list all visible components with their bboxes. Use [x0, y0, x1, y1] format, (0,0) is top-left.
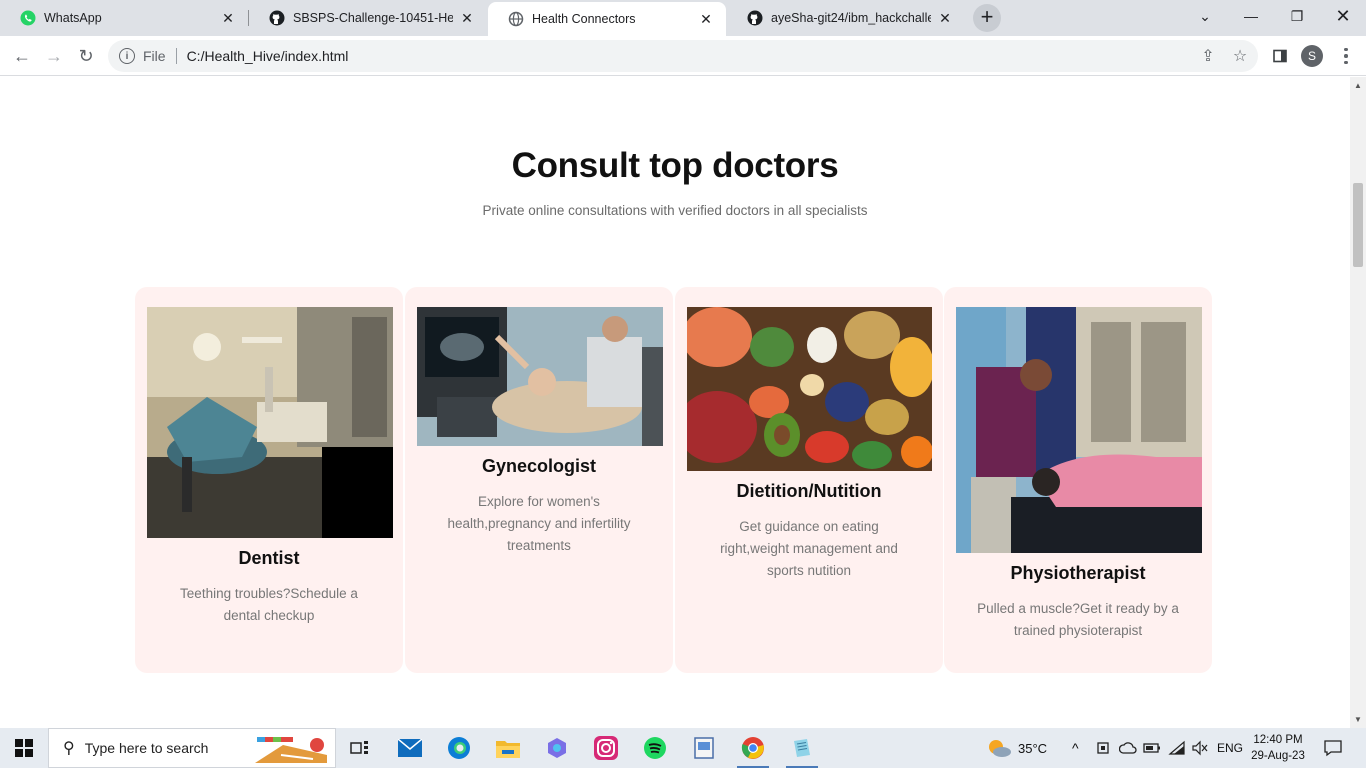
weather-widget[interactable]: 35°C: [986, 728, 1047, 768]
side-panel-icon[interactable]: [1268, 44, 1292, 68]
share-icon[interactable]: ⇪: [1194, 40, 1222, 72]
clock-date: 29-Aug-23: [1251, 750, 1305, 762]
forward-button[interactable]: →: [38, 40, 70, 72]
whatsapp-icon: [20, 10, 36, 26]
search-icon: ⚲: [63, 740, 75, 757]
onedrive-icon[interactable]: [1119, 728, 1137, 768]
copilot-icon[interactable]: [533, 728, 581, 768]
scroll-down-icon[interactable]: ▼: [1354, 715, 1362, 724]
address-scheme: File: [143, 48, 166, 64]
bookmark-star-icon[interactable]: ☆: [1226, 40, 1254, 72]
specialist-card-dietition[interactable]: Dietition/Nutition Get guidance on eatin…: [675, 287, 943, 673]
specialist-card-physiotherapist[interactable]: Physiotherapist Pulled a muscle?Get it r…: [944, 287, 1212, 673]
windows-taskbar: ⚲ Type here to search 35°C ^ ENG 12:40 P…: [0, 728, 1366, 768]
spotify-icon[interactable]: [631, 728, 679, 768]
instagram-icon[interactable]: [582, 728, 630, 768]
tab-title: ayeSha-git24/ibm_hackchallenge: [771, 11, 931, 25]
windows-logo-icon: [15, 739, 33, 757]
site-info-icon[interactable]: i: [119, 48, 135, 64]
card-description: Pulled a muscle?Get it ready by a traine…: [977, 601, 1179, 638]
volume-muted-icon[interactable]: [1191, 728, 1209, 768]
address-url: C:/Health_Hive/index.html: [186, 48, 349, 64]
file-explorer-icon[interactable]: [484, 728, 532, 768]
healthy-food-photo: [687, 307, 932, 471]
taskbar-search[interactable]: ⚲ Type here to search: [48, 728, 336, 768]
weather-temperature: 35°C: [1018, 740, 1048, 756]
close-icon[interactable]: ✕: [459, 10, 475, 27]
address-bar[interactable]: i File C:/Health_Hive/index.html ⇪ ☆: [108, 40, 1258, 72]
tab-title: Health Connectors: [532, 12, 636, 26]
notepad-icon[interactable]: [778, 728, 826, 768]
profile-avatar[interactable]: S: [1301, 45, 1323, 67]
github-icon: [269, 10, 285, 26]
page-scrollbar[interactable]: ▲ ▼: [1350, 77, 1366, 728]
card-title: Physiotherapist: [1010, 563, 1146, 583]
section-heading: Consult top doctors: [511, 146, 839, 185]
section-subheading: Private online consultations with verifi…: [482, 203, 868, 218]
ultrasound-consult-photo: [417, 307, 663, 446]
tab-sbsps-challenge[interactable]: SBSPS-Challenge-10451-HealthC ✕: [249, 0, 487, 36]
dental-clinic-photo: [147, 307, 393, 538]
physiotherapy-photo: [956, 307, 1202, 553]
card-title: Gynecologist: [481, 456, 597, 476]
close-icon[interactable]: ✕: [220, 10, 236, 27]
minimize-button[interactable]: —: [1228, 0, 1274, 32]
chevron-up-icon: ^: [1072, 740, 1079, 756]
tab-title: SBSPS-Challenge-10451-HealthC: [293, 11, 453, 25]
tab-title: WhatsApp: [44, 11, 102, 25]
taskbar-clock[interactable]: 12:40 PM 29-Aug-23: [1246, 732, 1310, 764]
new-tab-button[interactable]: +: [973, 4, 1001, 32]
close-icon[interactable]: ✕: [937, 10, 953, 27]
tab-ibm-hackchallenge[interactable]: ayeSha-git24/ibm_hackchallenge ✕: [727, 0, 965, 36]
tab-strip: WhatsApp ✕ SBSPS-Challenge-10451-HealthC…: [0, 0, 1366, 36]
tab-health-connectors[interactable]: Health Connectors ✕: [488, 2, 726, 36]
specialist-card-gynecologist[interactable]: Gynecologist Explore for women's health,…: [405, 287, 673, 673]
chrome-icon[interactable]: [729, 728, 777, 768]
address-divider: [175, 48, 177, 64]
tab-search-icon[interactable]: ⌄: [1182, 0, 1228, 32]
restore-button[interactable]: ❐: [1274, 0, 1320, 32]
tab-whatsapp[interactable]: WhatsApp ✕: [0, 0, 248, 36]
close-icon[interactable]: ✕: [698, 11, 714, 28]
github-icon: [747, 10, 763, 26]
reload-button[interactable]: ↻: [70, 40, 102, 72]
search-placeholder: Type here to search: [84, 740, 209, 756]
browser-toolbar: ← → ↻ i File C:/Health_Hive/index.html ⇪…: [0, 36, 1366, 76]
search-highlight-icon: [253, 733, 329, 768]
show-hidden-icons[interactable]: ^: [1072, 728, 1079, 768]
card-title: Dietition/Nutition: [736, 481, 882, 501]
wifi-icon[interactable]: [1168, 728, 1186, 768]
globe-icon: [508, 11, 524, 27]
scroll-up-icon[interactable]: ▲: [1354, 81, 1362, 90]
scrollbar-thumb[interactable]: [1353, 183, 1363, 267]
edge-icon[interactable]: [435, 728, 483, 768]
battery-icon[interactable]: [1143, 728, 1161, 768]
card-title: Dentist: [238, 548, 300, 568]
mail-icon[interactable]: [386, 728, 434, 768]
card-description: Get guidance on eating right,weight mana…: [720, 519, 898, 578]
notifications-icon[interactable]: [1323, 728, 1343, 768]
language-indicator[interactable]: ENG: [1217, 728, 1243, 768]
weather-sun-cloud-icon: [989, 740, 1011, 757]
card-description: Teething troubles?Schedule a dental chec…: [180, 586, 358, 623]
page-content: Consult top doctors Private online consu…: [0, 77, 1350, 728]
specialist-card-dentist[interactable]: Dentist Teething troubles?Schedule a den…: [135, 287, 403, 673]
image-viewer-icon[interactable]: [680, 728, 728, 768]
start-button[interactable]: [0, 728, 48, 768]
more-menu-icon[interactable]: [1336, 44, 1356, 68]
window-close-button[interactable]: ✕: [1320, 0, 1366, 32]
clock-time: 12:40 PM: [1253, 734, 1303, 746]
back-button[interactable]: ←: [6, 40, 38, 72]
task-view-icon[interactable]: [336, 728, 384, 768]
meet-now-icon[interactable]: [1096, 728, 1112, 768]
card-description: Explore for women's health,pregnancy and…: [447, 494, 631, 553]
